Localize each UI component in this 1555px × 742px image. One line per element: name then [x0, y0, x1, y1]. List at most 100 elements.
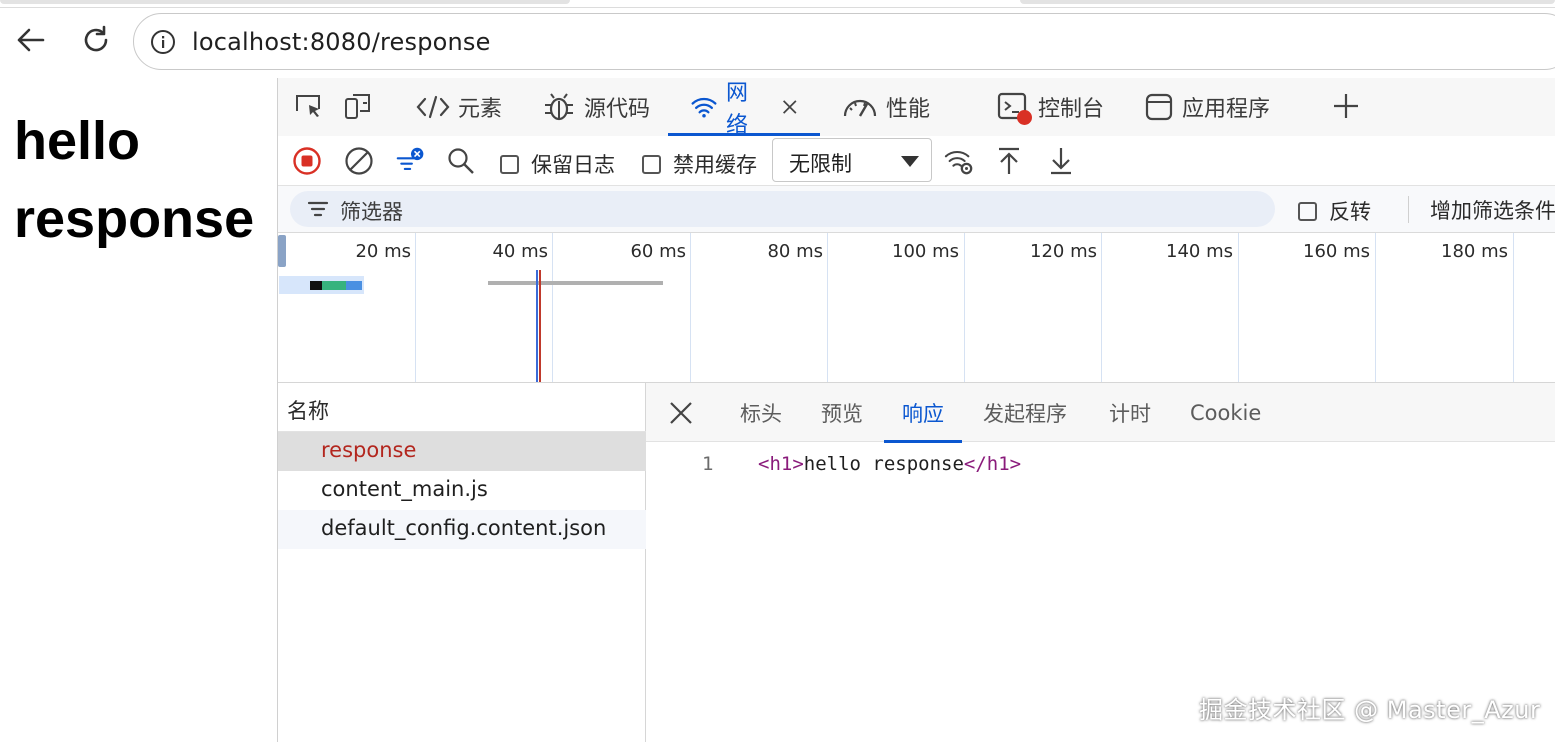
- tab-initiator[interactable]: 发起程序: [965, 383, 1085, 442]
- plus-icon: [1334, 94, 1358, 118]
- tick-label: 80 ms: [767, 241, 823, 262]
- tab-headers[interactable]: 标头: [722, 383, 800, 442]
- filter-toggle-button[interactable]: [396, 146, 426, 176]
- tab-application[interactable]: 应用程序: [1144, 78, 1270, 136]
- tab-label: 性能: [886, 97, 931, 122]
- tick-label: 40 ms: [492, 241, 548, 262]
- request-name: content_main.js: [321, 477, 488, 501]
- grid-line: [827, 233, 828, 382]
- tab-sources[interactable]: 源代码: [542, 78, 650, 136]
- wifi-icon: [691, 97, 717, 118]
- export-har-button[interactable]: [1046, 146, 1076, 176]
- back-button[interactable]: [12, 22, 48, 58]
- throttling-select[interactable]: 无限制: [772, 138, 932, 182]
- info-circle-icon[interactable]: [150, 29, 176, 55]
- code-close-tag: </h1>: [963, 453, 1022, 475]
- more-tabs-button[interactable]: [1330, 90, 1362, 122]
- request-name: response: [321, 438, 417, 462]
- request-segment: [346, 281, 362, 290]
- disable-cache-checkbox[interactable]: 禁用缓存: [642, 149, 757, 179]
- checkbox-box[interactable]: [642, 154, 661, 174]
- reload-icon: [84, 25, 108, 52]
- detail-tab-bar: 标头 预览 响应 发起程序 计时 Cookie: [646, 383, 1555, 443]
- tab-label: 网络: [726, 81, 749, 138]
- column-label: 名称: [287, 399, 329, 423]
- grid-line: [964, 233, 965, 382]
- request-segment: [310, 281, 322, 290]
- grid-line: [1101, 233, 1102, 382]
- tick-label: 20 ms: [355, 241, 411, 262]
- search-button[interactable]: [446, 146, 476, 176]
- tab-timing[interactable]: 计时: [1091, 383, 1169, 442]
- overview-request-bar: [488, 281, 663, 285]
- grid-line: [1375, 233, 1376, 382]
- inspect-element-button[interactable]: [292, 90, 324, 122]
- watermark: 掘金技术社区 @ Master_Azur: [1199, 696, 1541, 724]
- tab-preview[interactable]: 预览: [803, 383, 881, 442]
- invert-checkbox[interactable]: 反转: [1298, 196, 1371, 226]
- request-name: default_config.content.json: [321, 516, 607, 540]
- reload-button[interactable]: [78, 22, 114, 58]
- timeline-overview[interactable]: 20 ms 40 ms 60 ms 80 ms 100 ms 120 ms 14…: [278, 233, 1555, 383]
- code-text: hello response: [803, 453, 964, 475]
- filter-input[interactable]: 筛选器: [290, 191, 1275, 227]
- url-input[interactable]: localhost:8080/response: [133, 13, 1555, 70]
- grid-line: [415, 233, 416, 382]
- devtools-tab-bar: 元素 源代码 网络 性能 控制台 应用程序: [278, 78, 1555, 138]
- tab-label: 控制台: [1038, 97, 1105, 122]
- filter-icon: [396, 147, 424, 170]
- overview-drag-handle[interactable]: [278, 235, 286, 267]
- request-segment: [322, 281, 346, 290]
- tab-performance[interactable]: 性能: [842, 78, 930, 136]
- filter-lines-icon: [307, 201, 329, 217]
- throttling-value: 无限制: [789, 152, 852, 176]
- tab-label: 源代码: [584, 97, 651, 122]
- request-row[interactable]: response: [278, 432, 646, 471]
- record-button[interactable]: [292, 146, 322, 176]
- tab-console[interactable]: 控制台: [996, 78, 1104, 136]
- devtools-panel: 元素 源代码 网络 性能 控制台 应用程序 保留日志 禁用缓存 无限制 筛选器 …: [278, 78, 1555, 742]
- checkbox-box[interactable]: [1298, 201, 1317, 221]
- grid-line: [552, 233, 553, 382]
- name-column-header[interactable]: 名称: [278, 383, 646, 432]
- network-toolbar: 保留日志 禁用缓存 无限制: [278, 136, 1555, 186]
- page-heading: hello response: [14, 111, 255, 249]
- tab-cookie[interactable]: Cookie: [1172, 383, 1279, 442]
- tab-label: 应用程序: [1182, 97, 1271, 122]
- load-event-marker: [539, 270, 541, 382]
- tab-elements[interactable]: 元素: [416, 78, 502, 136]
- wifi-settings-icon: [944, 150, 973, 175]
- line-number: 1: [702, 453, 714, 475]
- inspect-icon: [296, 95, 320, 117]
- tab-response[interactable]: 响应: [884, 383, 962, 443]
- checkbox-box[interactable]: [500, 154, 519, 174]
- tick-label: 120 ms: [1030, 241, 1097, 262]
- page-viewport: hello response: [0, 78, 278, 742]
- chevron-down-icon: [901, 156, 919, 167]
- preserve-log-checkbox[interactable]: 保留日志: [500, 149, 615, 179]
- grid-line: [1238, 233, 1239, 382]
- tick-label: 100 ms: [892, 241, 959, 262]
- grid-line: [690, 233, 691, 382]
- tab-network[interactable]: 网络: [668, 78, 820, 138]
- device-toolbar-button[interactable]: [342, 90, 374, 122]
- gauge-icon: [843, 99, 877, 117]
- import-har-button[interactable]: [994, 146, 1024, 176]
- close-icon[interactable]: [666, 398, 696, 428]
- tick-label: 180 ms: [1441, 241, 1508, 262]
- network-conditions-button[interactable]: [944, 146, 974, 176]
- record-stop-icon: [293, 147, 321, 175]
- console-icon: [996, 90, 1032, 125]
- request-row[interactable]: default_config.content.json: [278, 510, 646, 549]
- device-icon: [345, 94, 370, 119]
- code-line: <h1>hello response</h1>: [758, 453, 1021, 475]
- disable-cache-label: 禁用缓存: [673, 153, 757, 177]
- upload-icon: [999, 147, 1019, 174]
- request-row[interactable]: content_main.js: [278, 471, 646, 510]
- tab-label: 元素: [458, 97, 503, 122]
- search-icon: [448, 148, 474, 174]
- more-filters-button[interactable]: 增加筛选条件: [1430, 195, 1555, 225]
- close-icon[interactable]: [781, 97, 799, 117]
- clear-button[interactable]: [344, 146, 374, 176]
- url-text: localhost:8080/response: [192, 28, 491, 56]
